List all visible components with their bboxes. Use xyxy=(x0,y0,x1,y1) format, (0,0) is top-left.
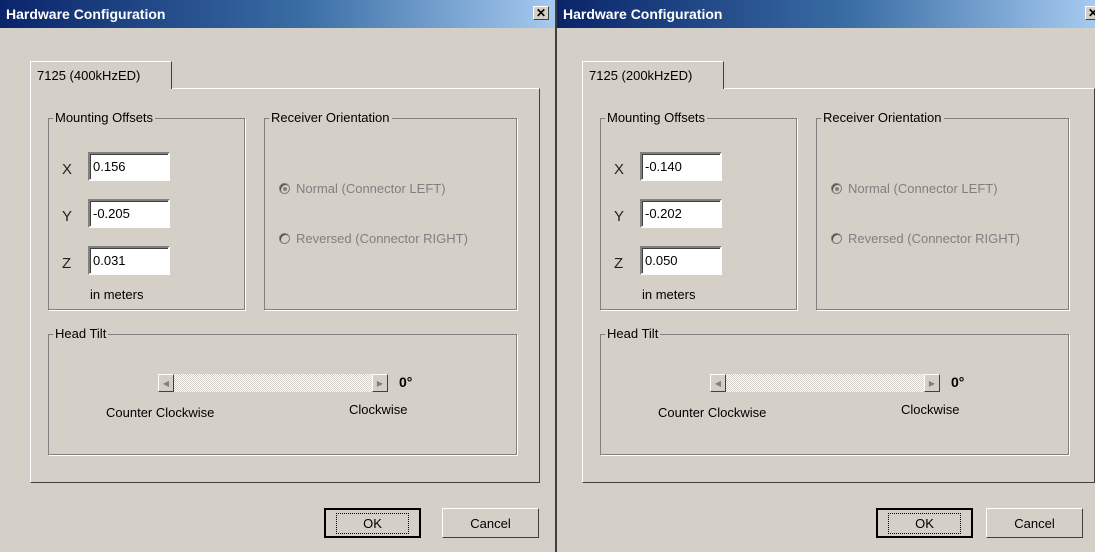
ok-label: OK xyxy=(336,512,409,534)
receiver-orientation-legend: Receiver Orientation xyxy=(269,110,392,125)
normal-orientation-radio[interactable]: Normal (Connector LEFT) xyxy=(831,181,998,196)
cancel-button[interactable]: Cancel xyxy=(442,508,539,538)
head-tilt-scrollbar[interactable]: ◀ ▶ xyxy=(158,374,388,392)
dialog-title: Hardware Configuration xyxy=(0,0,555,28)
cancel-button[interactable]: Cancel xyxy=(986,508,1083,538)
hardware-config-dialog-right: Hardware Configuration ✕ 7125 (200kHzED)… xyxy=(557,0,1095,552)
head-tilt-legend: Head Tilt xyxy=(53,326,109,341)
scroll-left-arrow-icon[interactable]: ◀ xyxy=(158,374,174,392)
tab-label: 7125 (200kHzED) xyxy=(589,68,693,83)
reversed-orientation-label: Reversed (Connector RIGHT) xyxy=(296,231,468,246)
radio-unchecked-icon xyxy=(831,233,842,244)
tab-panel: Mounting Offsets X -0.140 Y -0.202 Z 0.0… xyxy=(582,88,1095,483)
close-icon: ✕ xyxy=(535,6,547,20)
clockwise-label: Clockwise xyxy=(349,402,408,417)
radio-unchecked-icon xyxy=(279,233,290,244)
x-label: X xyxy=(62,161,73,178)
scroll-right-arrow-icon[interactable]: ▶ xyxy=(924,374,940,392)
head-tilt-value: 0° xyxy=(399,374,413,390)
radio-checked-icon xyxy=(831,183,842,194)
close-button[interactable]: ✕ xyxy=(533,6,549,20)
y-offset-input[interactable]: -0.202 xyxy=(640,199,722,228)
x-offset-input[interactable]: 0.156 xyxy=(88,152,170,181)
dialog-title: Hardware Configuration xyxy=(557,0,1095,28)
units-label: in meters xyxy=(90,287,144,302)
close-button[interactable]: ✕ xyxy=(1085,6,1095,20)
cancel-label: Cancel xyxy=(470,515,511,531)
close-icon: ✕ xyxy=(1087,6,1095,20)
x-label: X xyxy=(614,161,625,178)
mounting-offsets-legend: Mounting Offsets xyxy=(53,110,156,125)
y-offset-input[interactable]: -0.205 xyxy=(88,199,170,228)
head-tilt-legend: Head Tilt xyxy=(605,326,661,341)
head-tilt-group: Head Tilt ◀ ▶ 0° Counter Clockwise Clock… xyxy=(600,326,1069,455)
z-label: Z xyxy=(614,255,624,272)
head-tilt-group: Head Tilt ◀ ▶ 0° Counter Clockwise Clock… xyxy=(48,326,517,455)
tab-panel: Mounting Offsets X 0.156 Y -0.205 Z 0.03… xyxy=(30,88,540,483)
cancel-label: Cancel xyxy=(1014,515,1055,531)
hardware-config-dialog-left: Hardware Configuration ✕ 7125 (400kHzED)… xyxy=(0,0,555,552)
ok-button[interactable]: OK xyxy=(324,508,421,538)
normal-orientation-label: Normal (Connector LEFT) xyxy=(848,181,998,196)
receiver-orientation-group: Receiver Orientation Normal (Connector L… xyxy=(264,110,517,310)
y-label: Y xyxy=(614,208,625,225)
mounting-offsets-group: Mounting Offsets X 0.156 Y -0.205 Z 0.03… xyxy=(48,110,245,310)
clockwise-label: Clockwise xyxy=(901,402,960,417)
head-tilt-scrollbar[interactable]: ◀ ▶ xyxy=(710,374,940,392)
ok-button[interactable]: OK xyxy=(876,508,973,538)
tab-7125-400khzed[interactable]: 7125 (400kHzED) xyxy=(30,61,172,89)
head-tilt-value: 0° xyxy=(951,374,965,390)
radio-checked-icon xyxy=(279,183,290,194)
z-offset-input[interactable]: 0.050 xyxy=(640,246,722,275)
z-label: Z xyxy=(62,255,72,272)
tab-label: 7125 (400kHzED) xyxy=(37,68,141,83)
z-offset-input[interactable]: 0.031 xyxy=(88,246,170,275)
reversed-orientation-label: Reversed (Connector RIGHT) xyxy=(848,231,1020,246)
counter-clockwise-label: Counter Clockwise xyxy=(658,405,767,420)
y-label: Y xyxy=(62,208,73,225)
reversed-orientation-radio[interactable]: Reversed (Connector RIGHT) xyxy=(279,231,468,246)
normal-orientation-label: Normal (Connector LEFT) xyxy=(296,181,446,196)
receiver-orientation-legend: Receiver Orientation xyxy=(821,110,944,125)
scroll-right-arrow-icon[interactable]: ▶ xyxy=(372,374,388,392)
normal-orientation-radio[interactable]: Normal (Connector LEFT) xyxy=(279,181,446,196)
counter-clockwise-label: Counter Clockwise xyxy=(106,405,215,420)
x-offset-input[interactable]: -0.140 xyxy=(640,152,722,181)
scroll-left-arrow-icon[interactable]: ◀ xyxy=(710,374,726,392)
tab-7125-200khzed[interactable]: 7125 (200kHzED) xyxy=(582,61,724,89)
reversed-orientation-radio[interactable]: Reversed (Connector RIGHT) xyxy=(831,231,1020,246)
ok-label: OK xyxy=(888,512,961,534)
mounting-offsets-legend: Mounting Offsets xyxy=(605,110,708,125)
units-label: in meters xyxy=(642,287,696,302)
receiver-orientation-group: Receiver Orientation Normal (Connector L… xyxy=(816,110,1069,310)
mounting-offsets-group: Mounting Offsets X -0.140 Y -0.202 Z 0.0… xyxy=(600,110,797,310)
